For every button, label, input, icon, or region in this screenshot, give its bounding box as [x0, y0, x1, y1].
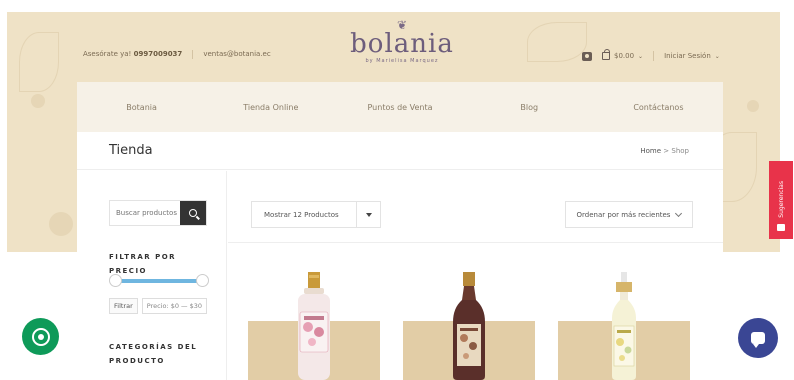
price-slider-min-handle[interactable] [109, 274, 122, 287]
cart-icon [602, 49, 610, 60]
instagram-icon[interactable] [582, 51, 592, 61]
contact-phone-number: 0997009037 [133, 50, 183, 58]
chevron-down-icon: ⌄ [638, 52, 644, 60]
dot-decoration [49, 212, 73, 236]
products-per-page-value: Mostrar 12 Productos [264, 210, 339, 219]
nav-item-blog[interactable]: Blog [465, 103, 594, 112]
contact-email[interactable]: ventas@botania.ec [203, 50, 270, 59]
breadcrumb-separator: > [663, 146, 670, 155]
chat-button[interactable] [738, 318, 778, 358]
chevron-down-icon: ⌄ [714, 52, 720, 60]
price-slider-max-handle[interactable] [196, 274, 209, 287]
suggestions-label: Sugerencias [777, 181, 785, 218]
header-tools: $0.00 ⌄ Iniciar Sesión ⌄ [582, 49, 720, 61]
products-per-page-select[interactable]: Mostrar 12 Productos [251, 201, 381, 228]
product-card[interactable] [403, 272, 535, 380]
main-content: Tienda Home > Shop FILTRAR POR PRECIO Fi… [77, 132, 723, 380]
filter-row: Filtrar Precio: $0 — $30 [109, 298, 208, 314]
breadcrumb: Home > Shop [640, 147, 689, 155]
login-label: Iniciar Sesión [664, 52, 711, 60]
product-image-mist[interactable] [604, 272, 644, 380]
order-by-select[interactable]: Ordenar por más recientes [565, 201, 693, 228]
breadcrumb-current: Shop [671, 146, 689, 155]
product-area: Mostrar 12 Productos Ordenar por más rec… [228, 171, 723, 380]
search-button[interactable] [180, 201, 206, 225]
product-image-oil[interactable] [449, 272, 489, 380]
divider [228, 242, 723, 243]
contact-info: Asesórate ya! 0997009037 ventas@botania.… [83, 50, 271, 59]
cart-button[interactable]: $0.00 ⌄ [602, 49, 644, 60]
search-icon [189, 209, 197, 217]
price-range-label: Precio: $0 — $30 [141, 298, 208, 314]
leaf-decoration [19, 32, 59, 92]
whatsapp-button[interactable] [22, 318, 59, 355]
order-by-value: Ordenar por más recientes [576, 210, 671, 219]
dot-decoration [747, 100, 759, 112]
cart-total: $0.00 [614, 52, 635, 60]
dropdown-arrow-icon [356, 202, 380, 227]
main-nav: Botania Tienda Online Puntos de Venta Bl… [77, 82, 723, 132]
product-card[interactable] [248, 272, 380, 380]
contact-phone[interactable]: Asesórate ya! 0997009037 [83, 50, 182, 59]
product-card[interactable] [558, 272, 690, 380]
dot-decoration [31, 94, 45, 108]
suggestions-icon [777, 224, 785, 231]
divider [653, 51, 655, 61]
divider [192, 50, 194, 59]
price-slider[interactable] [109, 274, 209, 288]
logo[interactable]: ❦ bolania by Marielisa Marquez [347, 19, 457, 64]
chevron-down-icon [675, 209, 683, 217]
chat-icon [751, 332, 765, 348]
sidebar: FILTRAR POR PRECIO Filtrar Precio: $0 — … [77, 171, 227, 380]
price-slider-track [113, 279, 205, 283]
nav-item-contactanos[interactable]: Contáctanos [594, 103, 723, 112]
nav-item-botania[interactable]: Botania [77, 103, 206, 112]
page-title: Tienda [109, 143, 153, 158]
title-bar: Tienda Home > Shop [77, 132, 723, 170]
filter-button[interactable]: Filtrar [109, 298, 138, 314]
nav-item-puntos-de-venta[interactable]: Puntos de Venta [335, 103, 464, 112]
product-image-lotion[interactable] [294, 272, 334, 380]
search-box [109, 200, 207, 226]
suggestions-tab[interactable]: Sugerencias [769, 161, 793, 239]
categories-title: CATEGORÍAS DEL PRODUCTO [109, 343, 198, 365]
search-input[interactable] [110, 201, 180, 225]
contact-phone-label: Asesórate ya! [83, 50, 132, 58]
top-bar: Asesórate ya! 0997009037 ventas@botania.… [77, 12, 723, 82]
whatsapp-icon [31, 327, 50, 346]
breadcrumb-home[interactable]: Home [640, 147, 661, 155]
login-button[interactable]: Iniciar Sesión ⌄ [664, 52, 720, 60]
nav-item-tienda-online[interactable]: Tienda Online [206, 103, 335, 112]
logo-wordmark: bolania [350, 29, 454, 59]
